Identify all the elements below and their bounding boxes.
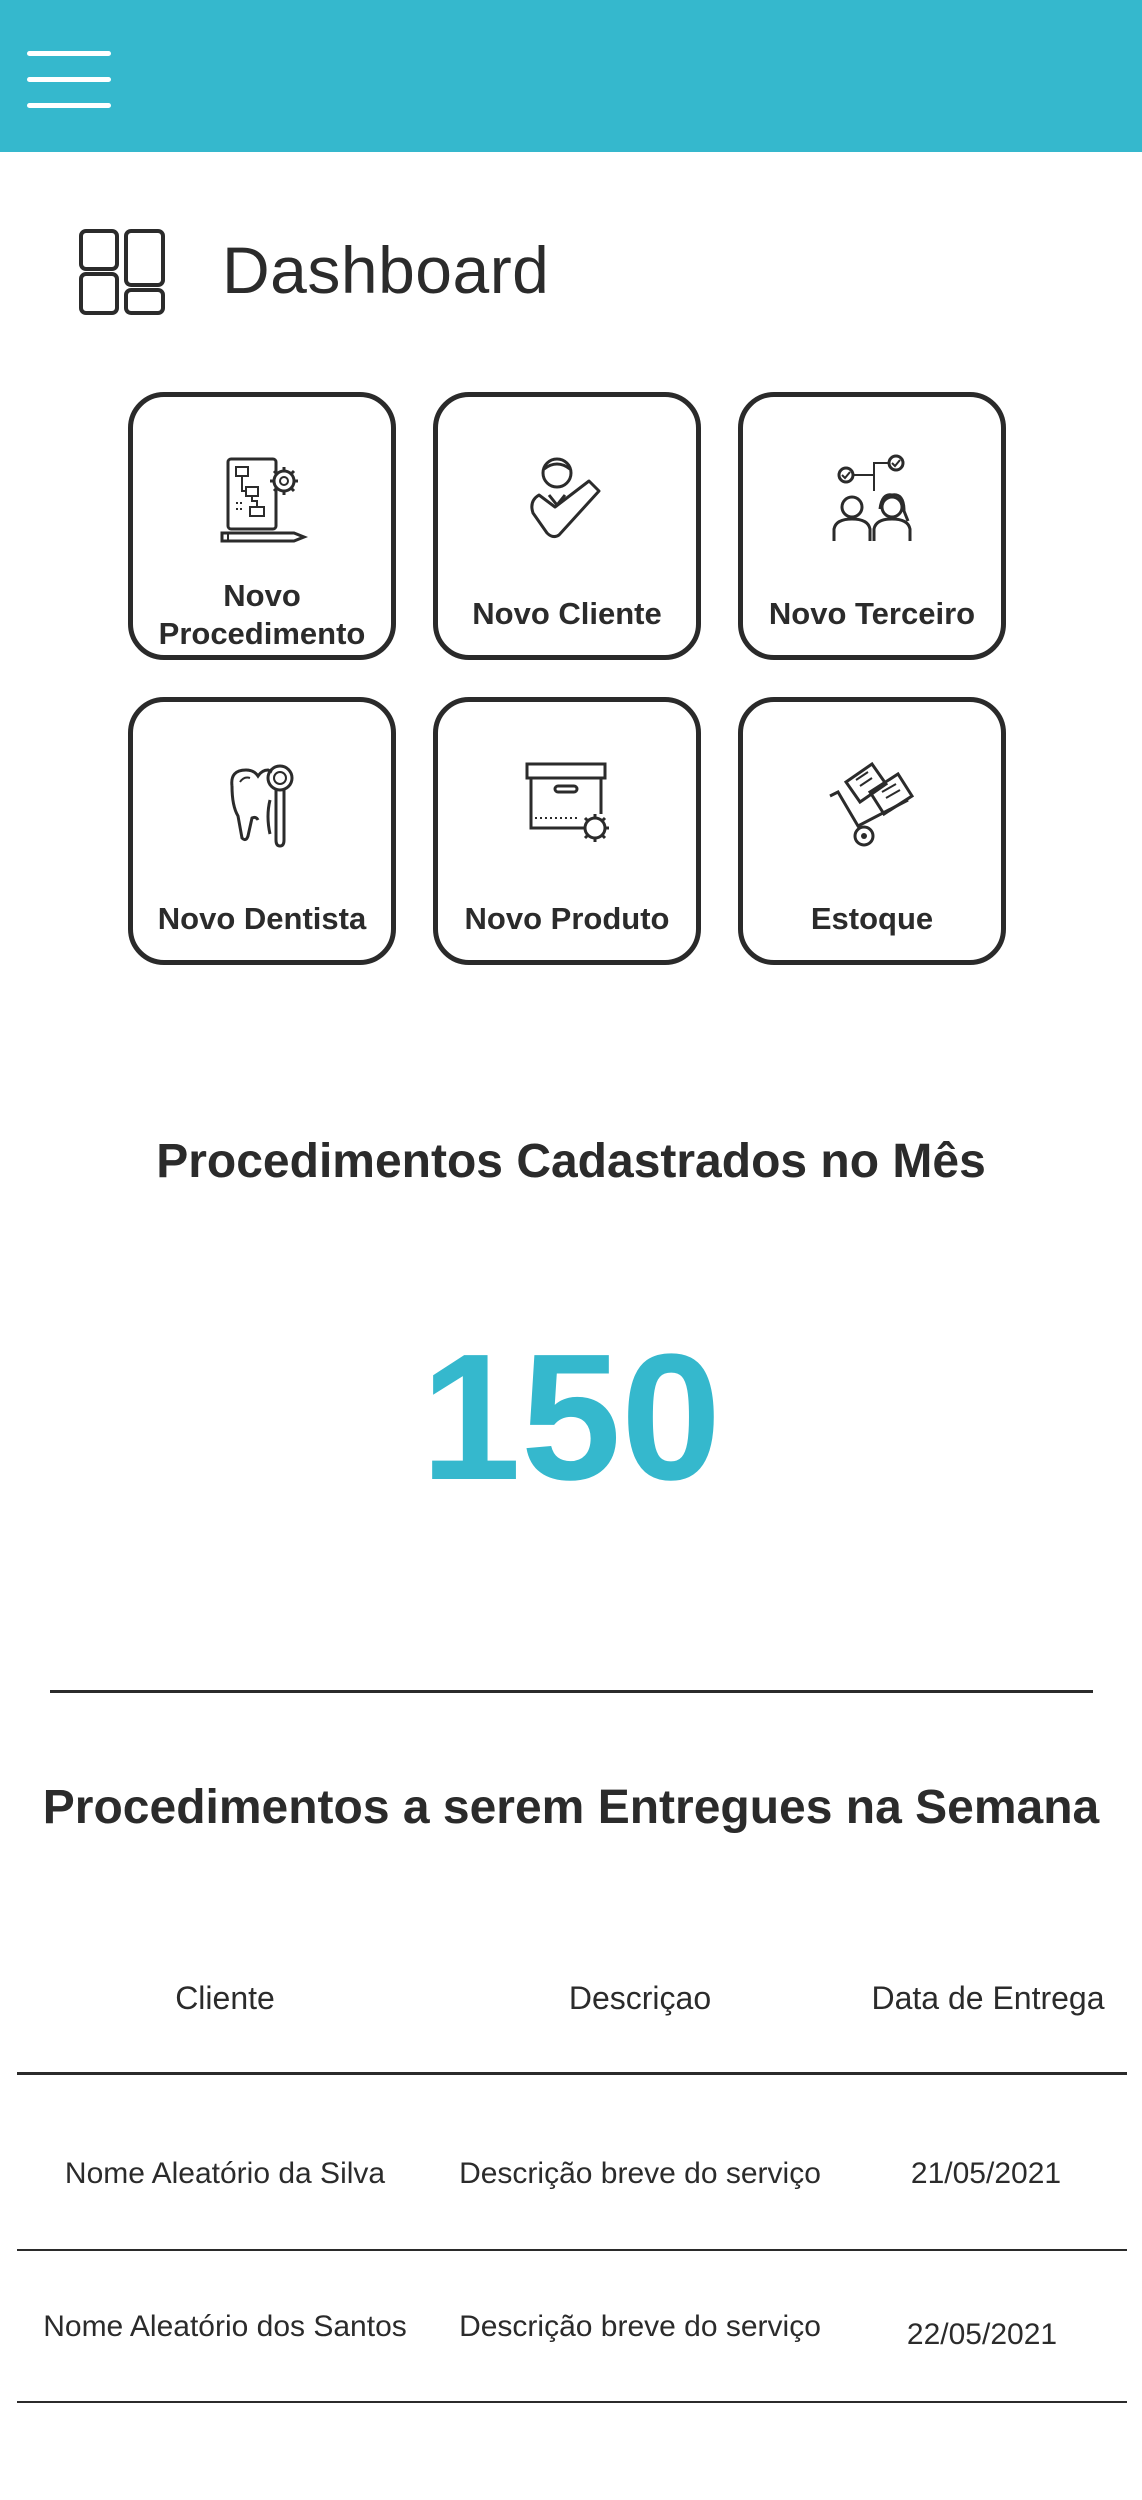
column-header-cliente: Cliente xyxy=(175,1980,275,2016)
tile-label: Novo Terceiro xyxy=(768,596,976,631)
top-app-bar xyxy=(0,0,1142,152)
people-checklist-icon xyxy=(832,454,912,541)
cell-descricao: Descrição breve do serviço xyxy=(459,2310,821,2343)
new-third-party-button[interactable]: Novo Terceiro xyxy=(738,392,1006,660)
tile-label: Novo xyxy=(223,578,301,613)
new-procedure-button[interactable]: Novo Procedimento xyxy=(128,392,396,660)
column-header-data-entrega: Data de Entrega xyxy=(871,1980,1105,2016)
hand-truck-icon xyxy=(829,761,915,847)
cell-cliente: Nome Aleatório da Silva xyxy=(64,2157,386,2190)
stock-button[interactable]: Estoque xyxy=(738,697,1006,965)
monthly-procedures-count: 150 xyxy=(420,1317,722,1518)
new-client-button[interactable]: Novo Cliente xyxy=(433,392,701,660)
dashboard-grid-icon xyxy=(79,229,165,315)
row-divider xyxy=(17,2249,1127,2251)
tooth-mirror-icon xyxy=(230,764,294,848)
cell-data-entrega: 22/05/2021 xyxy=(906,2318,1058,2351)
tile-label: Estoque xyxy=(810,901,934,936)
product-box-icon xyxy=(525,762,609,842)
row-divider xyxy=(17,2401,1127,2403)
new-product-button[interactable]: Novo Produto xyxy=(433,697,701,965)
page-title: Dashboard xyxy=(222,233,550,307)
monthly-procedures-title: Procedimentos Cadastrados no Mês xyxy=(156,1135,986,1188)
column-header-descricao: Descriçao xyxy=(568,1980,712,2016)
cell-data-entrega: 21/05/2021 xyxy=(910,2157,1062,2190)
section-divider xyxy=(50,1690,1093,1693)
tile-label: Novo Cliente xyxy=(472,596,662,631)
new-dentist-button[interactable]: Novo Dentista xyxy=(128,697,396,965)
tile-label: Procedimento xyxy=(158,616,366,651)
cell-descricao: Descrição breve do serviço xyxy=(459,2157,821,2190)
hamburger-menu-icon[interactable] xyxy=(24,46,114,116)
cell-cliente: Nome Aleatório dos Santos xyxy=(43,2310,407,2343)
flowchart-gear-icon xyxy=(220,457,309,543)
weekly-deliveries-title: Procedimentos a serem Entregues na Seman… xyxy=(42,1781,1100,1834)
user-check-icon xyxy=(530,457,601,539)
tile-label: Novo Produto xyxy=(464,901,670,936)
table-header-divider xyxy=(17,2072,1127,2075)
tile-label: Novo Dentista xyxy=(157,901,367,936)
